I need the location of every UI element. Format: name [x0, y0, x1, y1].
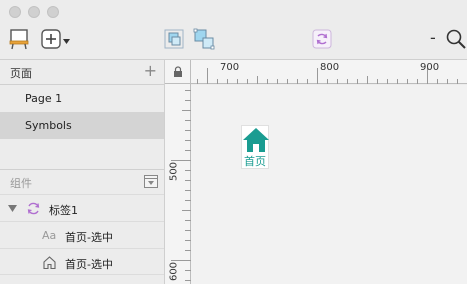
layer-label: 首页-选中 — [65, 258, 113, 271]
home-icon — [243, 128, 269, 152]
ruler-label: 500 — [168, 161, 180, 182]
ruler-label: 600 — [168, 261, 180, 282]
symbol-artboard[interactable]: 首页 — [241, 125, 269, 169]
page-item-page-1[interactable]: Page 1 — [0, 85, 164, 112]
symbol-icon[interactable] — [311, 28, 333, 50]
layer-row-text[interactable]: Aa 首页-选中 — [0, 221, 164, 248]
zoom-icon[interactable] — [445, 28, 467, 50]
page-item-label: Symbols — [25, 119, 72, 132]
ungroup-icon[interactable] — [193, 28, 215, 50]
vertical-ruler[interactable]: 500 600 — [165, 84, 191, 284]
symbol-icon — [27, 202, 40, 215]
lock-icon[interactable] — [173, 66, 183, 78]
layer-row-symbol[interactable]: 标签1 — [0, 194, 164, 221]
close-window-button[interactable] — [9, 6, 21, 18]
pages-header: 页面 + — [0, 60, 165, 84]
horizontal-ruler[interactable]: 700 800 900 — [165, 60, 467, 84]
home-outline-icon — [43, 256, 56, 270]
ruler-label: 800 — [320, 62, 340, 73]
artboard-icon[interactable] — [8, 28, 30, 50]
layer-label: 标签1 — [49, 204, 78, 217]
layer-row-shape[interactable]: 首页-选中 — [0, 248, 164, 275]
symbol-label: 首页 — [244, 155, 266, 168]
collapse-panel-icon[interactable] — [144, 175, 158, 188]
toolbar: - — [0, 0, 467, 60]
minimize-window-button[interactable] — [28, 6, 40, 18]
ruler-label: 900 — [420, 62, 440, 73]
pages-title: 页面 — [10, 67, 32, 80]
sidebar: 页面 + Page 1 Symbols 组件 标签1 Aa 首页-选中 首页-选… — [0, 60, 165, 284]
disclosure-triangle-icon[interactable] — [8, 205, 17, 212]
chevron-down-icon[interactable] — [63, 39, 70, 44]
canvas[interactable]: 首页 — [191, 85, 467, 284]
page-item-symbols[interactable]: Symbols — [0, 112, 164, 139]
zoom-window-button[interactable] — [47, 6, 59, 18]
vertical-ruler-ticks — [171, 90, 191, 281]
ruler-label: 700 — [220, 62, 240, 73]
ruler-corner — [165, 60, 191, 84]
components-title: 组件 — [10, 177, 32, 190]
page-item-label: Page 1 — [25, 92, 63, 105]
layer-label: 首页-选中 — [65, 231, 113, 244]
add-icon[interactable] — [40, 28, 62, 50]
zoom-out-icon[interactable]: - — [430, 28, 436, 47]
text-icon: Aa — [42, 229, 57, 242]
group-icon[interactable] — [163, 28, 185, 50]
components-header: 组件 — [0, 170, 165, 194]
add-page-button[interactable]: + — [144, 62, 157, 80]
